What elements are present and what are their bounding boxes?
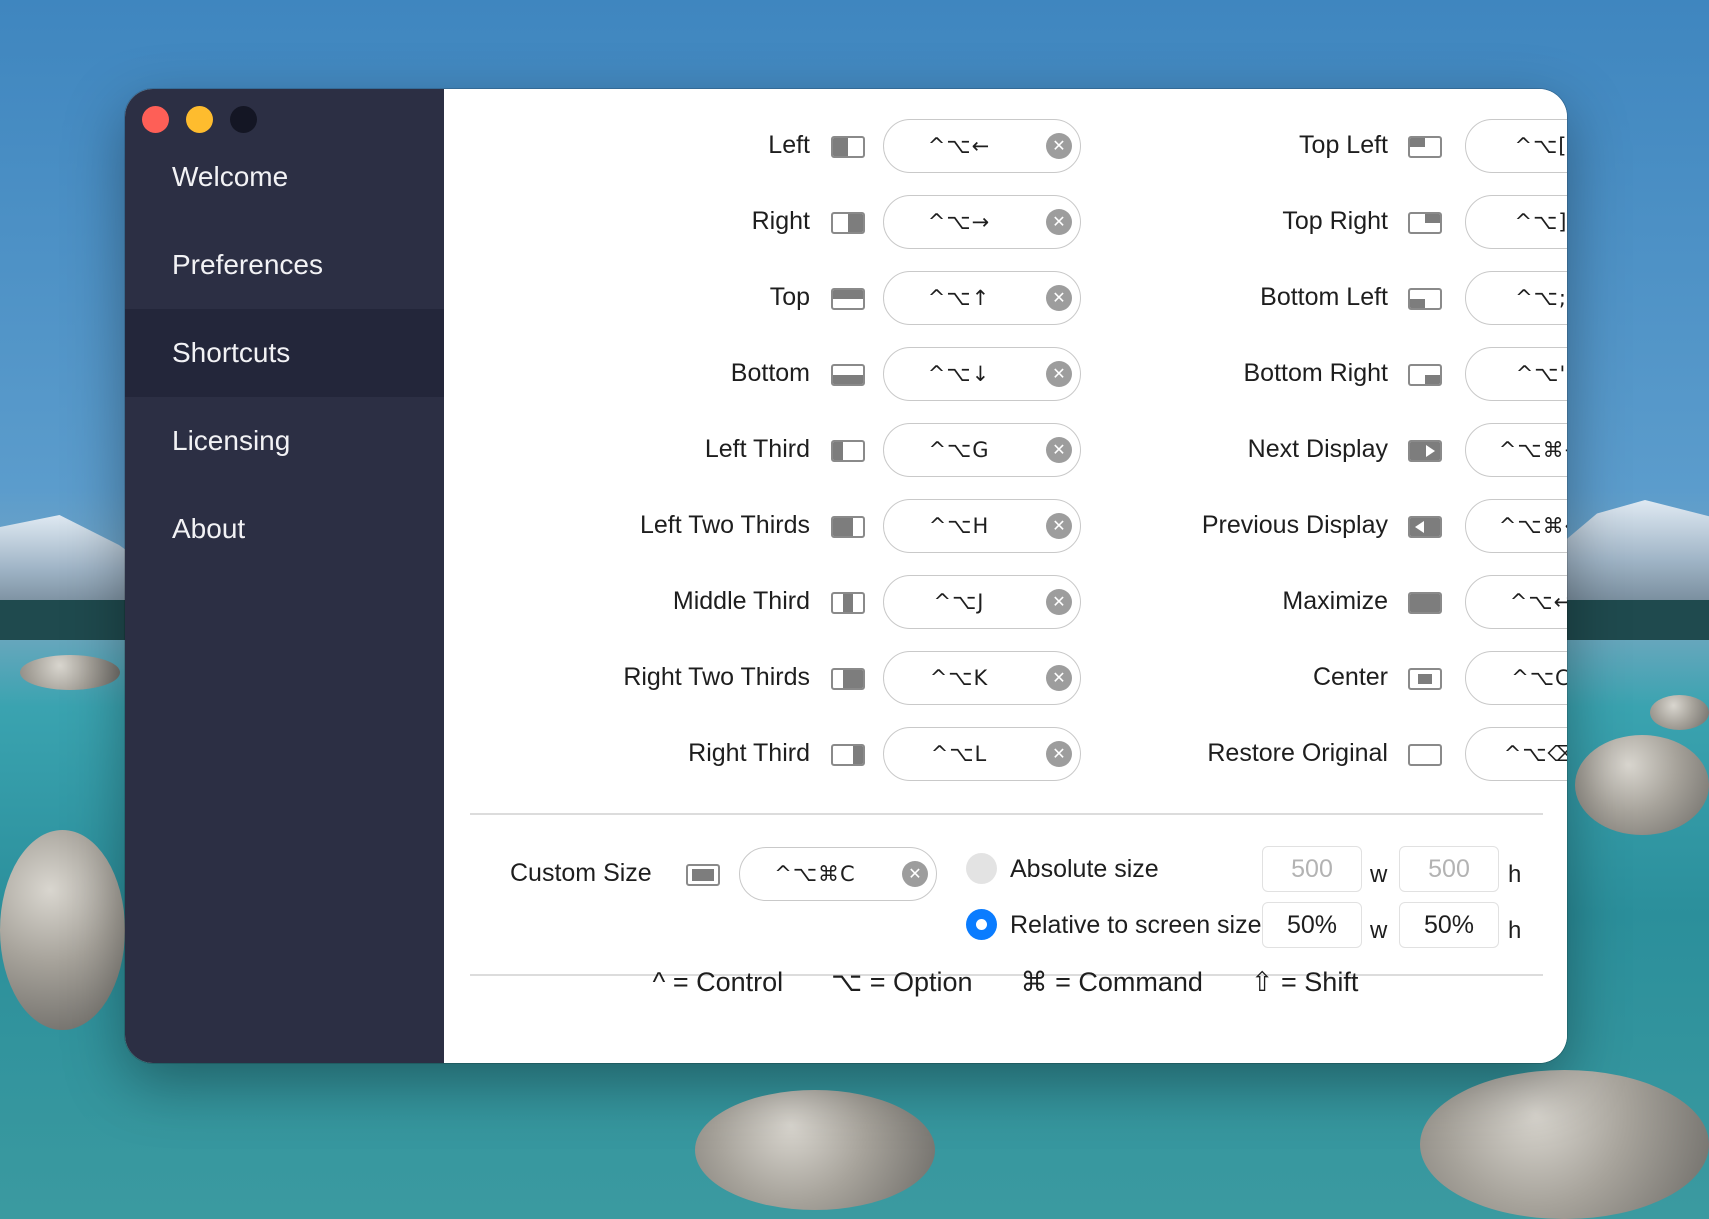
divider: [470, 813, 1543, 815]
height-unit: h: [1508, 917, 1522, 944]
top-right-shortcut-key: ^⌥]: [1514, 210, 1567, 234]
custom-size-icon: [686, 864, 720, 886]
bottom-right-shortcut-field[interactable]: ^⌥'✕: [1465, 347, 1567, 401]
minimize-window-button[interactable]: [186, 106, 213, 133]
rock: [1575, 735, 1709, 835]
previous-display-shortcut-field[interactable]: ^⌥⌘←✕: [1465, 499, 1567, 553]
center-shortcut-key: ^⌥C: [1511, 666, 1567, 690]
bottom-right-icon: [1408, 364, 1442, 386]
center-shortcut-field[interactable]: ^⌥C✕: [1465, 651, 1567, 705]
width-unit: w: [1370, 861, 1388, 888]
bottom-left-shortcut-field[interactable]: ^⌥;✕: [1465, 271, 1567, 325]
relative-size-label: Relative to screen size: [1010, 911, 1262, 939]
treeline-right: [1549, 600, 1709, 640]
sidebar-item-welcome[interactable]: Welcome: [125, 133, 444, 221]
sidebar-nav: Welcome Preferences Shortcuts Licensing Abou…: [125, 133, 444, 573]
previous-display-icon: [1408, 516, 1442, 538]
modifier-legend: ^ = Control ⌥ = Option ⌘ = Command ⇧ = S…: [444, 967, 1567, 998]
bottom-right-label: Bottom Right: [1243, 359, 1388, 387]
next-display-icon: [1408, 440, 1442, 462]
absolute-width-input[interactable]: 500: [1262, 846, 1362, 892]
relative-height-input[interactable]: 50%: [1399, 902, 1499, 948]
legend-option: ⌥ = Option: [831, 967, 973, 997]
shortcuts-window: Welcome Preferences Shortcuts Licensing Abou…: [125, 89, 1567, 1063]
rock: [20, 655, 120, 690]
top-right-label: Top Right: [1282, 207, 1388, 235]
zoom-window-button[interactable]: [230, 106, 257, 133]
absolute-size-label: Absolute size: [1010, 855, 1159, 883]
restore-original-label: Restore Original: [1207, 739, 1388, 767]
top-left-shortcut-field[interactable]: ^⌥[✕: [1465, 119, 1567, 173]
close-window-button[interactable]: [142, 106, 169, 133]
relative-size-radio[interactable]: [966, 909, 997, 940]
center-icon: [1408, 668, 1442, 690]
next-display-shortcut-key: ^⌥⌘→: [1498, 438, 1567, 462]
top-right-icon: [1408, 212, 1442, 234]
sidebar-item-shortcuts[interactable]: Shortcuts: [125, 309, 444, 397]
sidebar: Welcome Preferences Shortcuts Licensing Abou…: [125, 89, 444, 1063]
restore-original-shortcut-field[interactable]: ^⌥⌫✕: [1465, 727, 1567, 781]
center-label: Center: [1312, 663, 1388, 691]
restore-icon: [1408, 744, 1442, 766]
absolute-size-radio[interactable]: [966, 853, 997, 884]
shortcuts-panel: Custom Size ^⌥⌘C ✕ Absolute size 500 w 5…: [444, 89, 1567, 1063]
next-display-shortcut-field[interactable]: ^⌥⌘→✕: [1465, 423, 1567, 477]
top-left-shortcut-key: ^⌥[: [1514, 134, 1567, 158]
maximize-shortcut-field[interactable]: ^⌥↩✕: [1465, 575, 1567, 629]
sidebar-item-licensing[interactable]: Licensing: [125, 397, 444, 485]
bottom-right-shortcut-key: ^⌥': [1515, 362, 1567, 386]
legend-control: ^ = Control: [652, 967, 784, 997]
relative-width-input[interactable]: 50%: [1262, 902, 1362, 948]
absolute-height-input[interactable]: 500: [1399, 846, 1499, 892]
legend-shift: ⇧ = Shift: [1250, 967, 1359, 997]
legend-command: ⌘ = Command: [1020, 967, 1203, 997]
rock: [1420, 1070, 1709, 1219]
previous-display-label: Previous Display: [1201, 511, 1388, 539]
sidebar-item-preferences[interactable]: Preferences: [125, 221, 444, 309]
maximize-shortcut-key: ^⌥↩: [1509, 590, 1567, 614]
custom-size-shortcut-key: ^⌥⌘C: [774, 862, 856, 886]
previous-display-shortcut-key: ^⌥⌘←: [1498, 514, 1567, 538]
height-unit: h: [1508, 861, 1522, 888]
next-display-label: Next Display: [1247, 435, 1388, 463]
maximize-icon: [1408, 592, 1442, 614]
top-left-label: Top Left: [1299, 131, 1388, 159]
bottom-left-icon: [1408, 288, 1442, 310]
custom-size-label: Custom Size: [510, 859, 652, 887]
maximize-label: Maximize: [1282, 587, 1388, 615]
window-controls: [142, 106, 257, 133]
rock: [1650, 695, 1709, 730]
rock: [695, 1090, 935, 1210]
width-unit: w: [1370, 917, 1388, 944]
top-right-shortcut-field[interactable]: ^⌥]✕: [1465, 195, 1567, 249]
clear-custom-size-icon[interactable]: ✕: [902, 861, 928, 887]
restore-original-shortcut-key: ^⌥⌫: [1503, 742, 1567, 766]
bottom-left-label: Bottom Left: [1260, 283, 1388, 311]
sidebar-item-about[interactable]: About: [125, 485, 444, 573]
rock: [0, 830, 125, 1030]
custom-size-shortcut-field[interactable]: ^⌥⌘C ✕: [739, 847, 937, 901]
top-left-icon: [1408, 136, 1442, 158]
bottom-left-shortcut-key: ^⌥;: [1515, 286, 1567, 310]
